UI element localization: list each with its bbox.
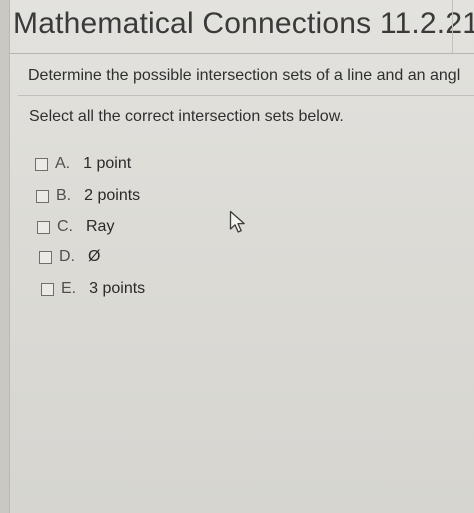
option-a[interactable]: A. 1 point [35, 153, 131, 175]
option-b-label: 2 points [84, 187, 141, 204]
instruction-text: Select all the correct intersection sets… [29, 108, 344, 125]
window-left-edge [0, 0, 10, 513]
option-d-letter: D. [59, 248, 75, 265]
question-text: Determine the possible intersection sets… [28, 67, 461, 84]
option-a-label: 1 point [83, 155, 132, 172]
option-c[interactable]: C. Ray [37, 216, 114, 238]
option-e-checkbox[interactable] [41, 282, 54, 296]
option-d-label: Ø [88, 248, 101, 265]
option-e-letter: E. [61, 280, 77, 297]
option-e[interactable]: E. 3 points [41, 278, 145, 300]
page-background: Mathematical Connections 11.2.21 Determi… [0, 0, 474, 513]
option-d[interactable]: D. Ø [39, 246, 100, 268]
option-b-checkbox[interactable] [36, 189, 49, 203]
option-a-checkbox[interactable] [35, 157, 48, 171]
header-divider-vertical [452, 0, 453, 53]
header-divider [9, 53, 474, 54]
option-c-letter: C. [57, 218, 73, 235]
option-b[interactable]: B. 2 points [36, 185, 140, 207]
option-b-letter: B. [56, 187, 72, 204]
option-c-label: Ray [86, 218, 115, 235]
option-d-checkbox[interactable] [39, 250, 52, 264]
page-title: Mathematical Connections 11.2.21 [13, 7, 474, 40]
option-a-letter: A. [55, 155, 71, 172]
option-c-checkbox[interactable] [37, 220, 50, 234]
mouse-pointer-icon [229, 210, 245, 233]
option-e-label: 3 points [89, 280, 146, 297]
question-divider [18, 95, 474, 96]
